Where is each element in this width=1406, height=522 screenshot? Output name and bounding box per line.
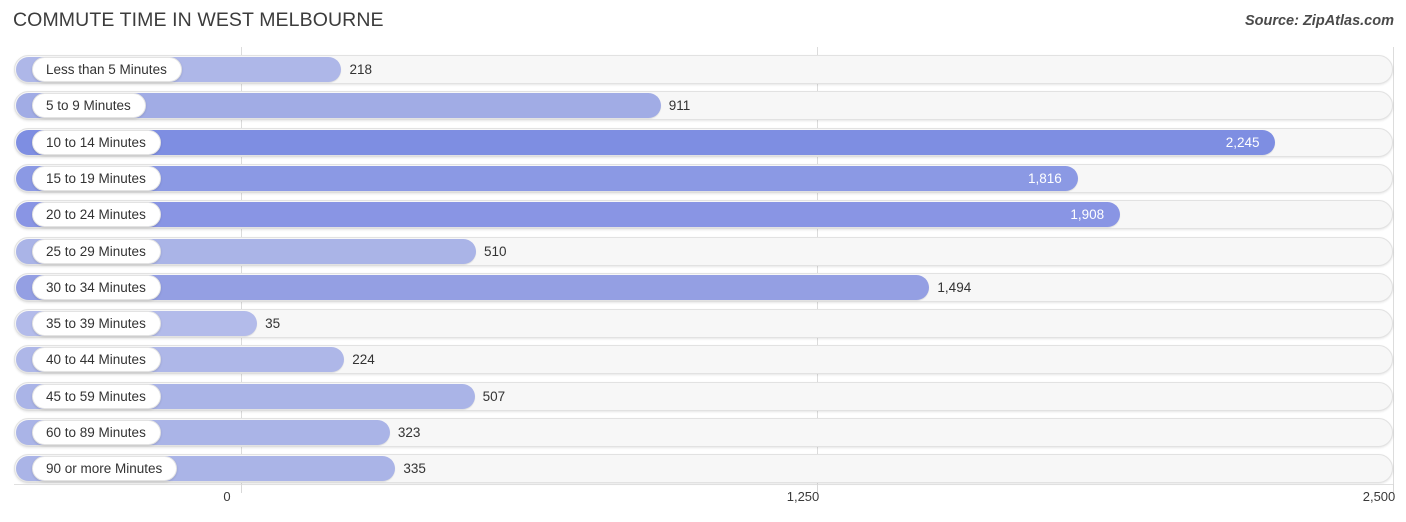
category-label-pill: 45 to 59 Minutes — [32, 383, 161, 409]
bar-value-label: 35 — [265, 316, 281, 332]
category-label-pill: 10 to 14 Minutes — [32, 129, 161, 155]
bar-row[interactable]: Less than 5 Minutes 218 — [14, 55, 1393, 84]
axis-line — [14, 484, 1393, 485]
bar-row[interactable]: 45 to 59 Minutes 507 — [14, 381, 1393, 411]
source-attribution: Source: ZipAtlas.com — [1244, 13, 1394, 29]
bar-value-label: 1,908 — [1070, 207, 1105, 223]
bar-value-label: 1,494 — [937, 279, 972, 295]
category-label: 60 to 89 Minutes — [46, 425, 146, 440]
category-label-pill: 25 to 29 Minutes — [32, 238, 161, 264]
bar-chart-plot: Less than 5 Minutes 218 5 to 9 Minutes 911 1… — [0, 47, 1406, 484]
category-label-pill: 20 to 24 Minutes — [32, 202, 161, 228]
category-label-pill: 30 to 34 Minutes — [32, 274, 161, 300]
gridline — [1393, 47, 1394, 484]
axis-tick-label: 2,500 — [1362, 489, 1396, 504]
x-axis: 0 1,250 2,500 — [0, 484, 1406, 522]
bar[interactable] — [16, 202, 1121, 228]
bar[interactable] — [16, 129, 1276, 155]
bar[interactable] — [16, 165, 1078, 191]
category-label-pill: 35 to 39 Minutes — [32, 311, 161, 337]
category-label: 5 to 9 Minutes — [46, 98, 131, 114]
category-label-pill: 90 or more Minutes — [32, 456, 178, 482]
category-label-pill: 5 to 9 Minutes — [32, 93, 146, 119]
category-label: 25 to 29 Minutes — [46, 243, 146, 259]
category-label: 30 to 34 Minutes — [46, 279, 146, 295]
bar-row[interactable]: 5 to 9 Minutes 911 — [14, 91, 1393, 121]
bar-value-label: 1,816 — [1028, 170, 1062, 186]
bar-row[interactable]: 10 to 14 Minutes 2,245 — [14, 127, 1393, 157]
category-label-pill: 15 to 19 Minutes — [32, 165, 161, 191]
bar-row[interactable]: 40 to 44 Minutes 224 — [14, 345, 1393, 375]
category-label-pill: Less than 5 Minutes — [32, 57, 182, 82]
bar-row[interactable]: 90 or more Minutes 335 — [14, 454, 1393, 484]
bar-value-label: 335 — [403, 461, 426, 477]
bar-value-label: 323 — [397, 425, 421, 440]
axis-tick-label: 1,250 — [786, 489, 820, 504]
chart-header: COMMUTE TIME IN WEST MELBOURNE Source: Z… — [0, 0, 1406, 44]
axis-tick-label: 0 — [223, 489, 231, 504]
page-title: COMMUTE TIME IN WEST MELBOURNE — [13, 9, 384, 31]
category-label: 20 to 24 Minutes — [46, 207, 146, 223]
category-label: 15 to 19 Minutes — [46, 170, 146, 186]
category-label: 10 to 14 Minutes — [46, 134, 146, 150]
bar-value-label: 510 — [484, 243, 507, 259]
category-label: 90 or more Minutes — [46, 461, 163, 477]
bar-value-label: 224 — [352, 352, 375, 368]
bar-value-label: 507 — [482, 388, 506, 404]
bar-row[interactable]: 15 to 19 Minutes 1,816 — [14, 163, 1393, 193]
category-label: Less than 5 Minutes — [46, 62, 167, 77]
category-label: 45 to 59 Minutes — [46, 388, 146, 404]
category-label-pill: 60 to 89 Minutes — [32, 420, 161, 445]
bar-value-label: 911 — [668, 98, 691, 114]
category-label: 40 to 44 Minutes — [46, 352, 146, 368]
bar-row[interactable]: 30 to 34 Minutes 1,494 — [14, 272, 1393, 302]
bar-row[interactable]: 20 to 24 Minutes 1,908 — [14, 200, 1393, 230]
bar-row[interactable]: 25 to 29 Minutes 510 — [14, 236, 1393, 266]
category-label-pill: 40 to 44 Minutes — [32, 347, 161, 373]
axis-tick — [241, 484, 242, 493]
bar-row[interactable]: 35 to 39 Minutes 35 — [14, 309, 1393, 339]
bar-row[interactable]: 60 to 89 Minutes 323 — [14, 418, 1393, 447]
bar-value-label: 218 — [349, 62, 372, 77]
bar-value-label: 2,245 — [1225, 134, 1260, 150]
category-label: 35 to 39 Minutes — [46, 316, 146, 332]
